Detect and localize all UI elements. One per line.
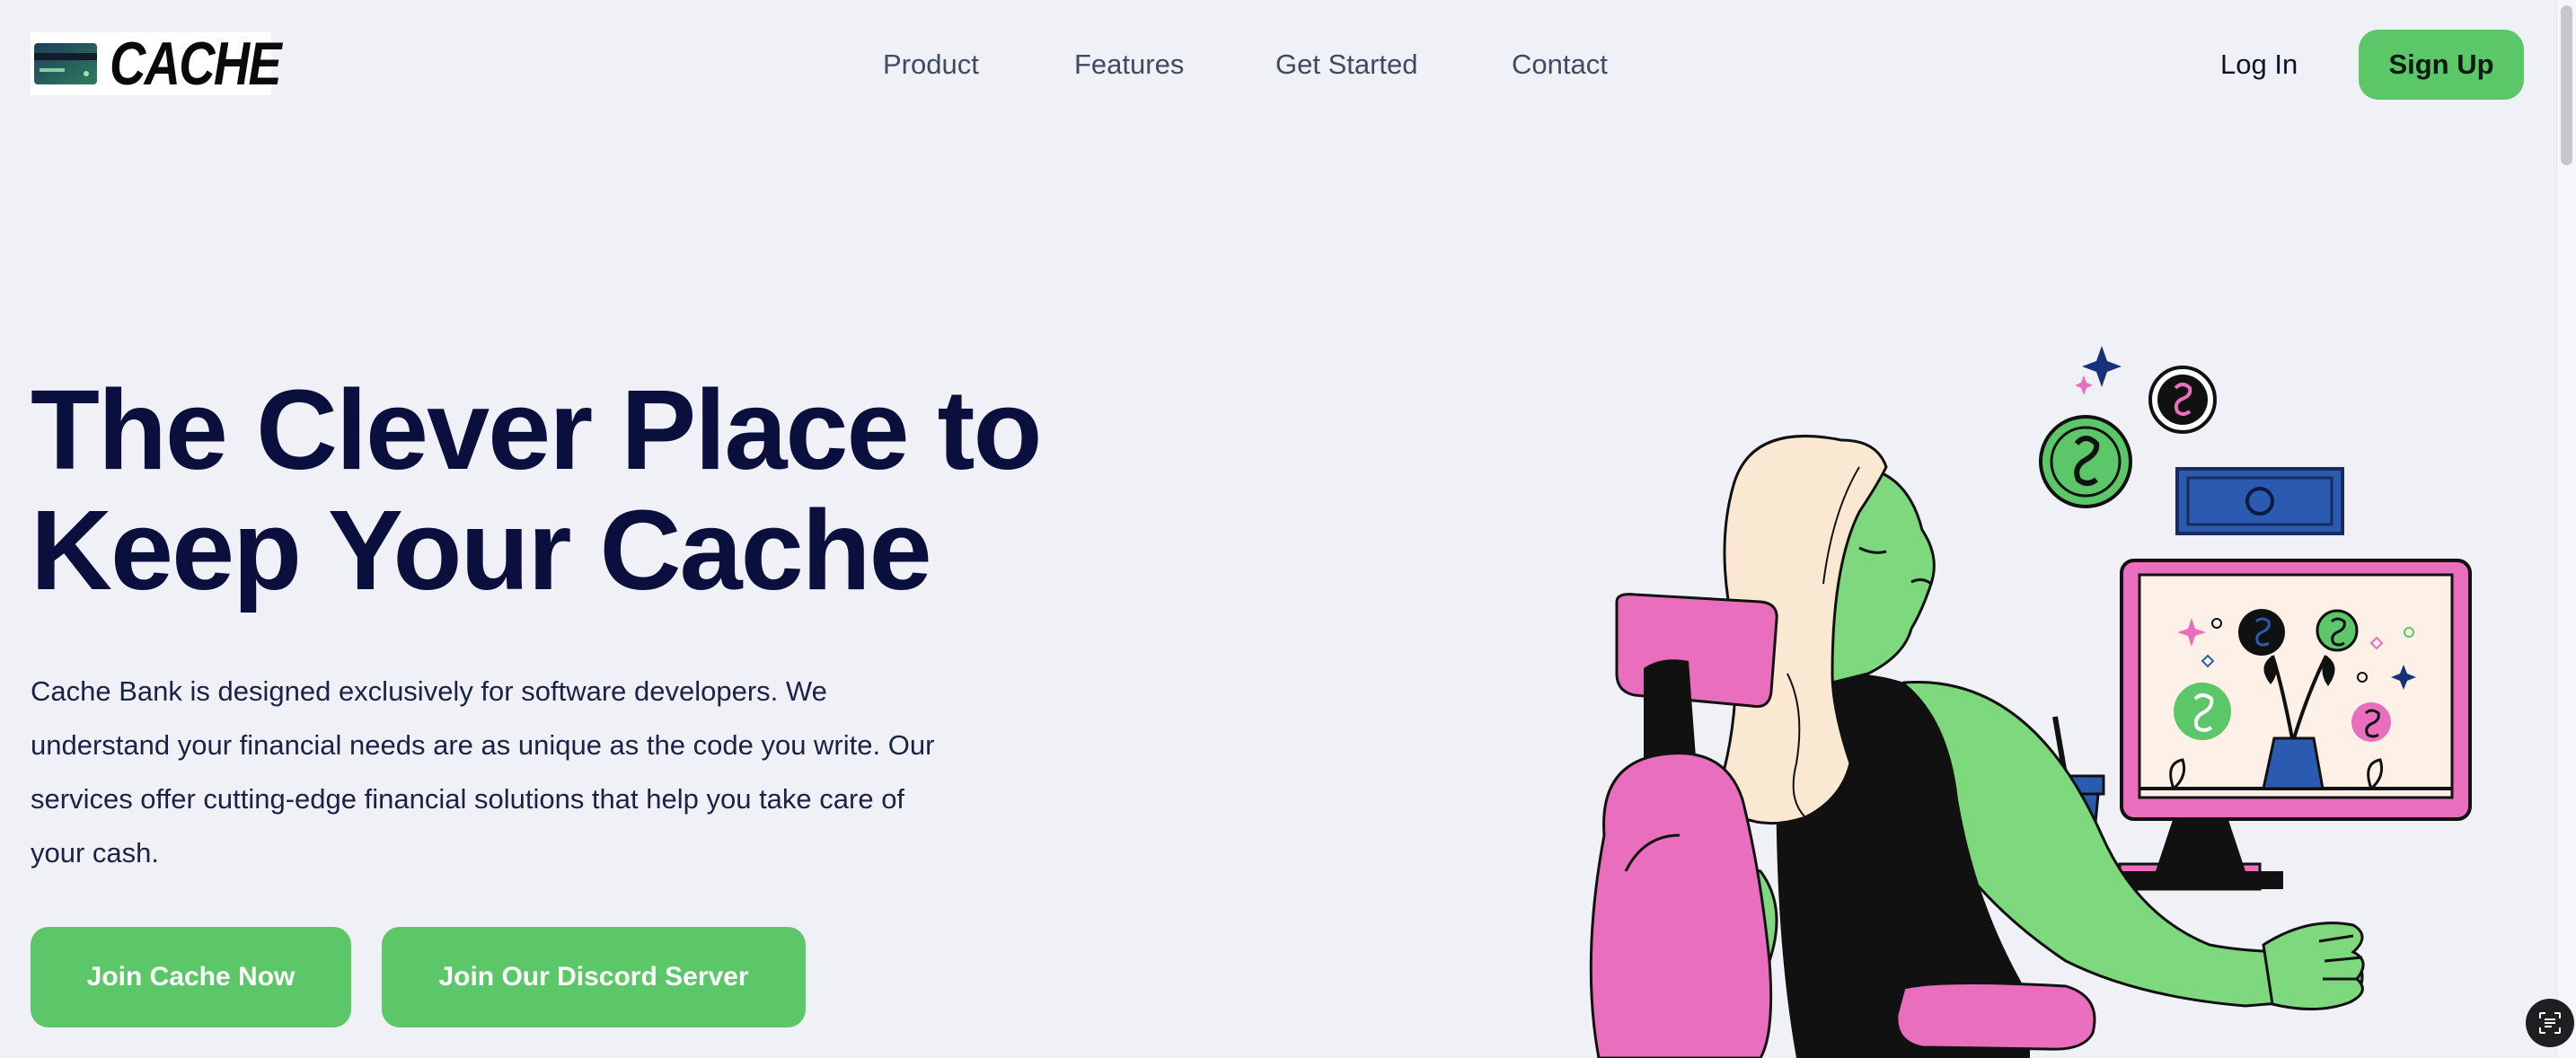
sparkle-icon (2075, 346, 2122, 395)
hero-description: Cache Bank is designed exclusively for s… (31, 675, 935, 868)
brand-logo[interactable]: CACHE (31, 30, 282, 98)
join-discord-button[interactable]: Join Our Discord Server (382, 927, 806, 1027)
coin-icon (2148, 366, 2217, 434)
nav-get-started-link[interactable]: Get Started (1275, 45, 1418, 84)
login-link[interactable]: Log In (2220, 45, 2298, 84)
nav-features-link[interactable]: Features (1074, 45, 1184, 84)
signup-button[interactable]: Sign Up (2359, 30, 2524, 100)
nav-product-link[interactable]: Product (883, 45, 979, 84)
vertical-scrollbar[interactable] (2556, 0, 2576, 1058)
text-recognition-icon (2539, 1012, 2561, 1034)
text-recognition-button[interactable] (2526, 999, 2574, 1047)
logo-wordmark: CACHE (110, 30, 282, 98)
scrollbar-thumb[interactable] (2561, 5, 2572, 165)
computer-monitor (2118, 559, 2472, 891)
dollar-coin-icon (2039, 415, 2132, 508)
join-cache-button[interactable]: Join Cache Now (31, 927, 351, 1027)
banknote-icon (2175, 467, 2344, 535)
hero-title-line-1: The Clever Place to (31, 366, 1042, 493)
landing-page: CACHE Product Features Get Started Conta… (0, 0, 2576, 1058)
nav-contact-link[interactable]: Contact (1512, 45, 1608, 84)
credit-card-icon (34, 43, 97, 84)
hero-title: The Clever Place to Keep Your Cache (31, 370, 1198, 611)
hero-illustration (1589, 346, 2472, 1058)
hero-title-line-2: Keep Your Cache (31, 487, 932, 613)
